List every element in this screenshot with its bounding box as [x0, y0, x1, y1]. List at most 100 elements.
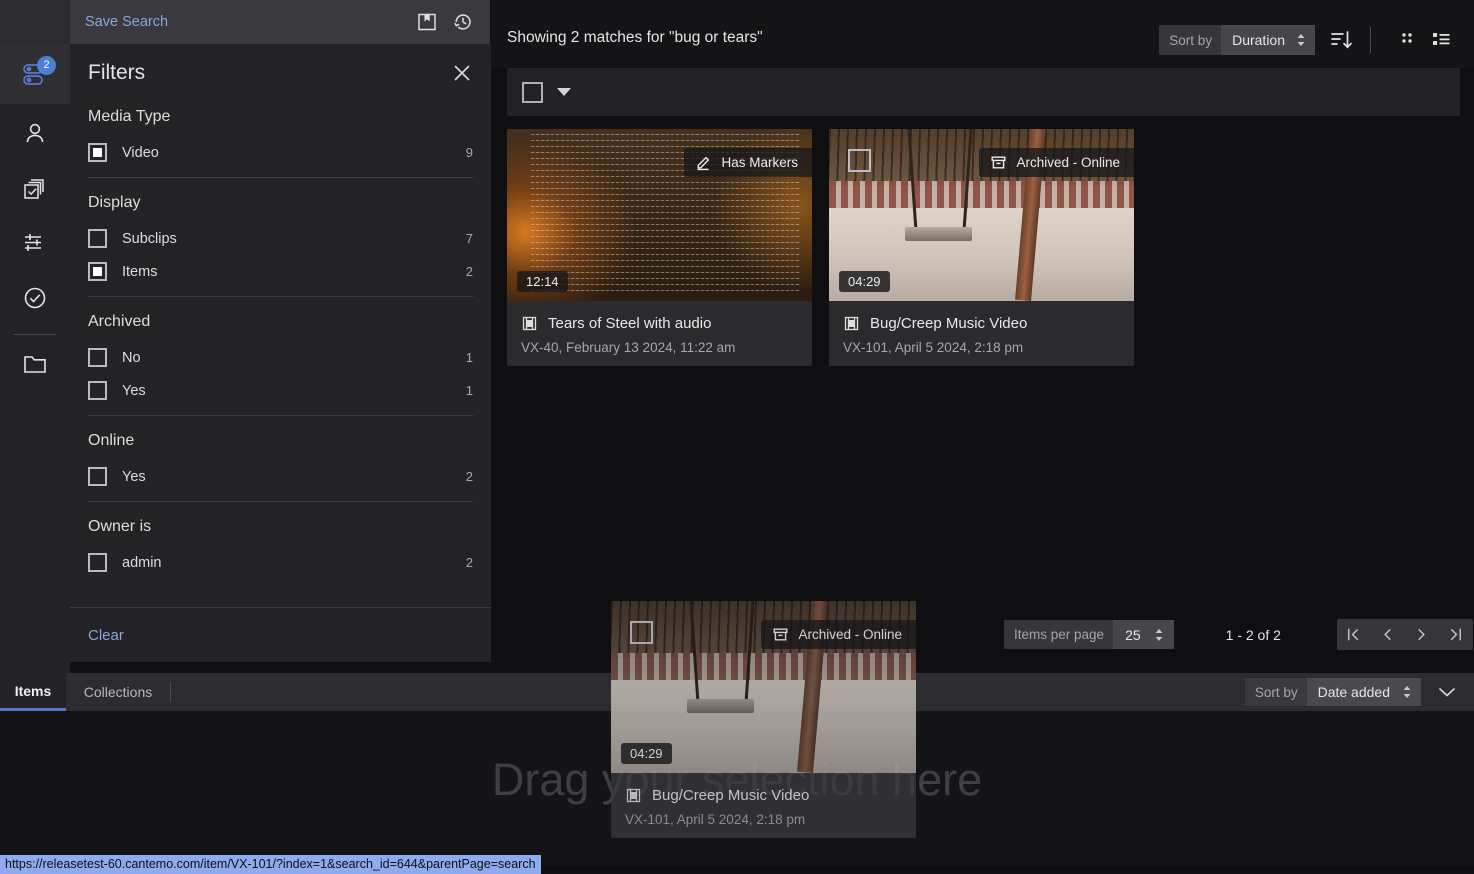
filter-group-display: Display Subclips 7 Items 2 — [88, 177, 473, 296]
filter-row[interactable]: No 1 — [88, 341, 473, 374]
filter-label: Yes — [122, 382, 146, 399]
selection-toolbar — [507, 68, 1460, 116]
results-header: Showing 2 matches for "bug or tears" Sor… — [491, 0, 1474, 68]
tab-items-label: Items — [14, 682, 52, 699]
checkbox-items[interactable] — [88, 262, 107, 281]
saved-searches-icon[interactable] — [416, 11, 438, 33]
chevron-down-icon[interactable] — [557, 88, 571, 96]
save-search-link[interactable]: Save Search — [85, 14, 168, 30]
card-select-checkbox[interactable] — [848, 149, 871, 172]
filters-footer: Clear — [70, 607, 491, 662]
sidebar-item-settings[interactable] — [0, 212, 70, 272]
tab-divider — [170, 682, 171, 702]
card-select-checkbox — [630, 621, 653, 644]
sidebar-item-filters-toggle[interactable]: 2 — [0, 44, 70, 104]
sort-descending-icon[interactable] — [1329, 28, 1353, 52]
bottom-sort-by-select[interactable]: Date added — [1306, 678, 1421, 706]
filter-group-archived: Archived No 1 Yes 1 — [88, 296, 473, 415]
status-badge: Has Markers — [684, 148, 812, 177]
archive-box-icon — [772, 626, 789, 643]
prev-page-icon[interactable] — [1371, 619, 1405, 650]
status-badge: Archived - Online — [761, 620, 916, 649]
status-badge: Archived - Online — [979, 148, 1134, 177]
pagination-controls: Items per page 25 1 - 2 of 2 — [1004, 619, 1473, 650]
checkbox-subclips[interactable] — [88, 229, 107, 248]
stepper-arrows-icon — [1403, 686, 1411, 698]
sidebar-item-approved[interactable] — [0, 268, 70, 328]
media-card[interactable]: Has Markers 12:14 Tears of Steel with au… — [507, 129, 812, 366]
film-strip-icon — [843, 315, 860, 332]
filter-count: 2 — [465, 264, 473, 279]
checkbox-archived-yes[interactable] — [88, 381, 107, 400]
filters-badge-count: 2 — [37, 56, 56, 75]
card-thumbnail[interactable]: Has Markers 12:14 — [507, 129, 812, 301]
card-info: Bug/Creep Music Video VX-101, April 5 20… — [829, 301, 1134, 355]
last-page-icon[interactable] — [1439, 619, 1473, 650]
filter-count: 2 — [465, 555, 473, 570]
filter-count: 2 — [465, 469, 473, 484]
chevron-down-icon[interactable] — [1436, 681, 1458, 703]
search-history-icon[interactable] — [452, 11, 474, 33]
checkbox-online-yes[interactable] — [88, 467, 107, 486]
filter-label: Subclips — [122, 230, 177, 247]
film-strip-icon — [625, 787, 642, 804]
close-icon[interactable] — [451, 62, 473, 84]
tab-collections[interactable]: Collections — [66, 673, 170, 711]
filter-row[interactable]: Yes 2 — [88, 460, 473, 493]
equalizer-icon — [20, 227, 50, 257]
tab-items[interactable]: Items — [0, 673, 66, 711]
card-title: Bug/Creep Music Video — [870, 315, 1028, 332]
items-per-page-label: Items per page — [1014, 627, 1105, 642]
select-all-checkbox[interactable] — [522, 81, 543, 103]
drag-preview-card[interactable]: Archived - Online 04:29 Bug/Creep Music … — [611, 601, 916, 838]
clear-filters-button[interactable]: Clear — [88, 627, 124, 644]
person-icon — [20, 119, 50, 149]
items-per-page-select[interactable]: 25 — [1113, 620, 1174, 649]
sidebar-item-folders[interactable] — [0, 334, 70, 394]
filter-row[interactable]: Items 2 — [88, 255, 473, 288]
filter-label: Items — [122, 263, 158, 280]
film-strip-icon — [521, 315, 538, 332]
grid-view-icon[interactable] — [1398, 29, 1420, 51]
card-thumbnail[interactable]: Archived - Online 04:29 — [829, 129, 1134, 301]
filter-row[interactable]: Subclips 7 — [88, 222, 473, 255]
card-info: Bug/Creep Music Video VX-101, April 5 20… — [611, 773, 916, 827]
card-meta: VX-101, April 5 2024, 2:18 pm — [843, 340, 1024, 355]
badge-label: Archived - Online — [1016, 155, 1120, 170]
filter-row[interactable]: Video 9 — [88, 136, 473, 169]
filter-row[interactable]: Yes 1 — [88, 374, 473, 407]
sort-controls: Sort by Duration — [1159, 25, 1452, 55]
card-info: Tears of Steel with audio VX-40, Februar… — [507, 301, 812, 355]
list-view-icon[interactable] — [1430, 29, 1452, 51]
filter-group-online: Online Yes 2 — [88, 415, 473, 501]
bottom-sort-by-control[interactable]: Sort by Date added — [1244, 678, 1421, 706]
sort-by-control[interactable]: Sort by Duration — [1159, 25, 1315, 55]
items-per-page-control[interactable]: Items per page 25 — [1004, 620, 1174, 649]
duration-label: 12:14 — [517, 271, 568, 292]
next-page-icon[interactable] — [1405, 619, 1439, 650]
checkbox-video[interactable] — [88, 143, 107, 162]
filter-label: Video — [122, 144, 159, 161]
filter-count: 1 — [465, 383, 473, 398]
filter-row[interactable]: admin 2 — [88, 546, 473, 579]
sort-by-select[interactable]: Duration — [1221, 25, 1315, 55]
check-circle-icon — [20, 283, 50, 313]
marker-pen-icon — [695, 154, 712, 171]
bottom-sort-controls: Sort by Date added — [1244, 678, 1458, 706]
filter-group-title: Owner is — [88, 518, 152, 535]
stacked-check-icon — [20, 174, 50, 204]
sidebar-item-user[interactable] — [0, 104, 70, 164]
filter-group-media-type: Media Type Video 9 — [88, 102, 473, 177]
card-thumbnail: Archived - Online 04:29 — [611, 601, 916, 773]
archive-box-icon — [990, 154, 1007, 171]
duration-label: 04:29 — [621, 743, 672, 764]
media-card[interactable]: Archived - Online 04:29 Bug/Creep Music … — [829, 129, 1134, 366]
filter-label: admin — [122, 554, 162, 571]
filters-body: Media Type Video 9 Display Subclips 7 It… — [70, 102, 491, 587]
sidebar-item-collections[interactable] — [0, 159, 70, 219]
checkbox-archived-no[interactable] — [88, 348, 107, 367]
filter-count: 9 — [465, 145, 473, 160]
sort-by-value: Duration — [1232, 32, 1285, 48]
first-page-icon[interactable] — [1337, 619, 1371, 650]
checkbox-owner-admin[interactable] — [88, 553, 107, 572]
